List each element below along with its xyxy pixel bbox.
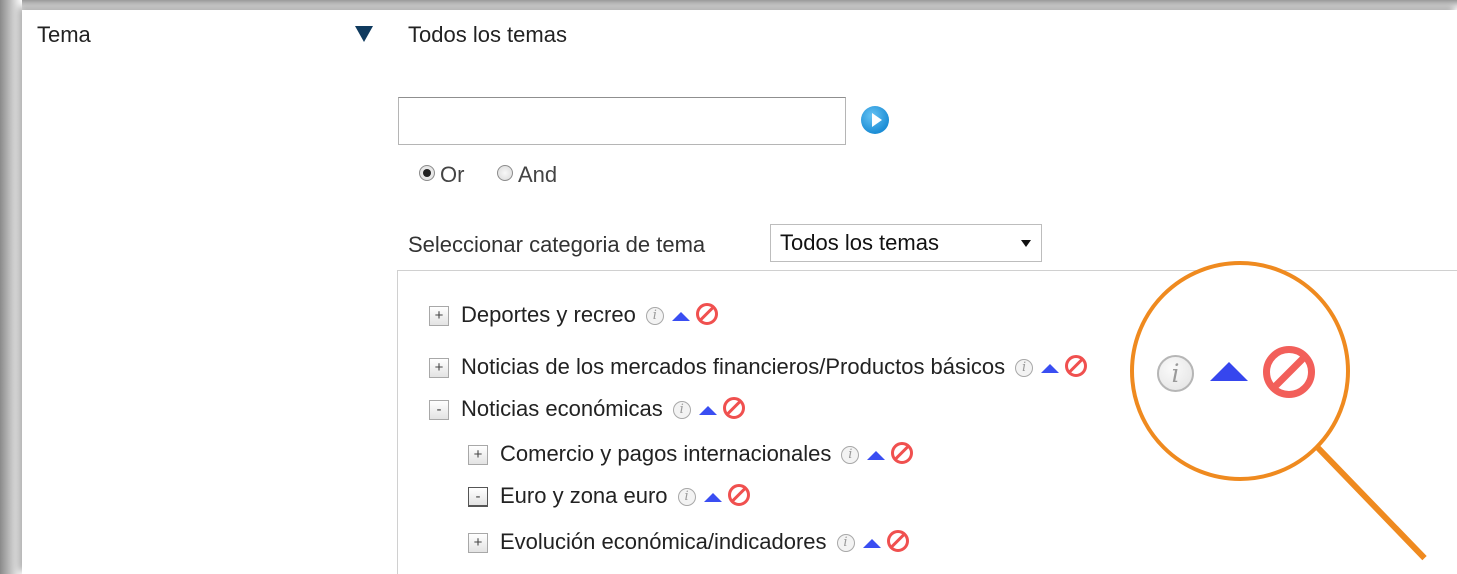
or-label: Or [440,162,465,187]
include-up-icon[interactable] [862,539,881,548]
or-radio[interactable] [419,165,435,181]
info-icon[interactable]: i [836,534,855,552]
selected-topics-value: Todos los temas [408,22,567,47]
tree-item-label[interactable]: Comercio y pagos internacionales [500,441,831,467]
tree-item-label[interactable]: Deportes y recreo [461,302,636,328]
tree-item-label[interactable]: Noticias de los mercados financieros/Pro… [461,354,1005,380]
exclude-icon[interactable] [886,530,909,552]
exclude-icon[interactable] [722,397,745,419]
window-top-edge [22,0,1457,10]
and-label: And [518,162,558,187]
expand-toggle-icon[interactable]: + [468,445,488,465]
info-icon[interactable]: i [645,307,664,325]
collapse-toggle-icon[interactable]: - [468,487,488,507]
search-go-button[interactable] [861,106,889,134]
collapse-arrow-icon[interactable] [355,26,373,42]
expand-toggle-icon[interactable]: + [468,533,488,553]
collapse-toggle-icon[interactable]: - [429,400,449,420]
and-radio[interactable] [497,165,513,181]
tree-item-label[interactable]: Noticias económicas [461,396,663,422]
magnified-exclude-icon [1263,346,1315,398]
expand-toggle-icon[interactable]: + [429,306,449,326]
include-up-icon[interactable] [867,451,886,460]
expand-toggle-icon[interactable]: + [429,358,449,378]
category-label: Seleccionar categoria de tema [408,232,706,257]
category-select[interactable]: Todos los temas [770,224,1042,262]
info-icon[interactable]: i [672,401,691,419]
magnified-include-icon [1210,362,1248,381]
include-up-icon[interactable] [671,312,690,321]
tree-item-label[interactable]: Evolución económica/indicadores [500,529,827,555]
info-icon[interactable]: i [677,488,696,506]
magnified-info-icon: i [1157,355,1194,392]
category-select-value: Todos los temas [780,230,939,255]
tree-item-label[interactable]: Euro y zona euro [500,483,668,509]
tema-label: Tema [37,22,91,47]
include-up-icon[interactable] [1041,364,1060,373]
topic-search-input[interactable] [398,97,846,145]
chevron-down-icon [1021,240,1031,247]
exclude-icon[interactable] [1065,355,1088,377]
include-up-icon[interactable] [698,406,717,415]
exclude-icon[interactable] [727,484,750,506]
include-up-icon[interactable] [703,493,722,502]
exclude-icon[interactable] [695,303,718,325]
